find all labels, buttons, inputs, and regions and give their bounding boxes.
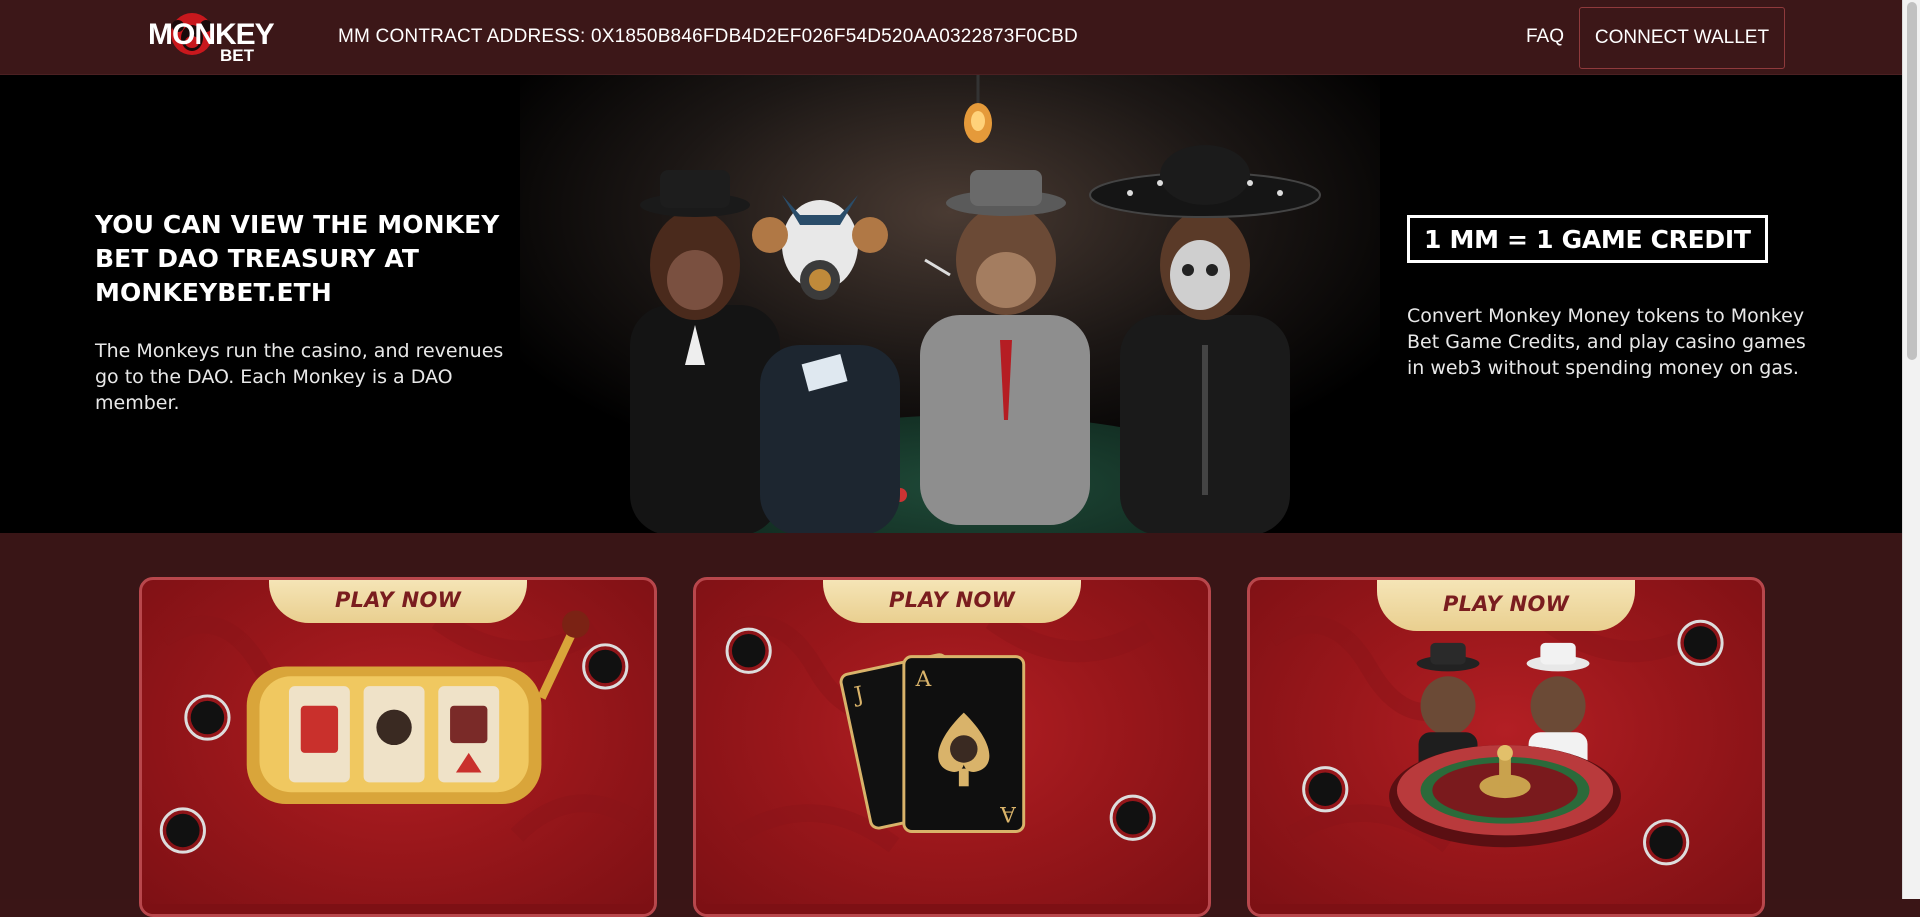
slot-machine-icon	[142, 580, 654, 914]
blackjack-cards-icon: J A A	[696, 580, 1208, 914]
poker-monkeys-illustration	[520, 75, 1380, 533]
credit-description: Convert Monkey Money tokens to Monkey Be…	[1407, 305, 1806, 379]
card-footer-strip	[1250, 904, 1762, 914]
treasury-description: The Monkeys run the casino, and revenues…	[95, 340, 504, 414]
game-card-slots[interactable]: PLAY NOW	[139, 577, 657, 917]
page-scrollbar[interactable]	[1902, 0, 1920, 899]
card-footer-strip	[142, 904, 654, 914]
game-credit-info: 1 MM = 1 GAME CREDIT Convert Monkey Mone…	[1407, 215, 1827, 381]
card-footer-strip	[696, 904, 1208, 914]
connect-wallet-button[interactable]: CONNECT WALLET	[1579, 7, 1785, 69]
treasury-info: YOU CAN VIEW THE MONKEY BET DAO TREASURY…	[95, 208, 535, 416]
scrollbar-thumb[interactable]	[1907, 2, 1917, 360]
svg-text:A: A	[1000, 801, 1017, 826]
faq-link[interactable]: FAQ	[1526, 26, 1564, 48]
monkey-bet-logo[interactable]: MONKEY BET	[146, 8, 296, 64]
svg-text:A: A	[915, 667, 932, 692]
contract-address: MM CONTRACT ADDRESS: 0X1850B846FDB4D2EF0…	[338, 26, 1078, 47]
game-card-blackjack[interactable]: PLAY NOW J A A	[693, 577, 1211, 917]
top-navigation-bar: MONKEY BET MM CONTRACT ADDRESS: 0X1850B8…	[0, 0, 1902, 75]
credit-rate-badge: 1 MM = 1 GAME CREDIT	[1407, 215, 1768, 263]
svg-text:MONKEY: MONKEY	[148, 18, 275, 51]
hero-banner: YOU CAN VIEW THE MONKEY BET DAO TREASURY…	[0, 75, 1902, 533]
svg-text:BET: BET	[220, 46, 255, 64]
game-card-roulette[interactable]: PLAY NOW	[1247, 577, 1765, 917]
games-section: PLAY NOW PLAY NOW J A A PLAY NOW	[0, 533, 1902, 917]
treasury-heading: YOU CAN VIEW THE MONKEY BET DAO TREASURY…	[95, 210, 500, 307]
roulette-wheel-icon	[1250, 580, 1762, 914]
